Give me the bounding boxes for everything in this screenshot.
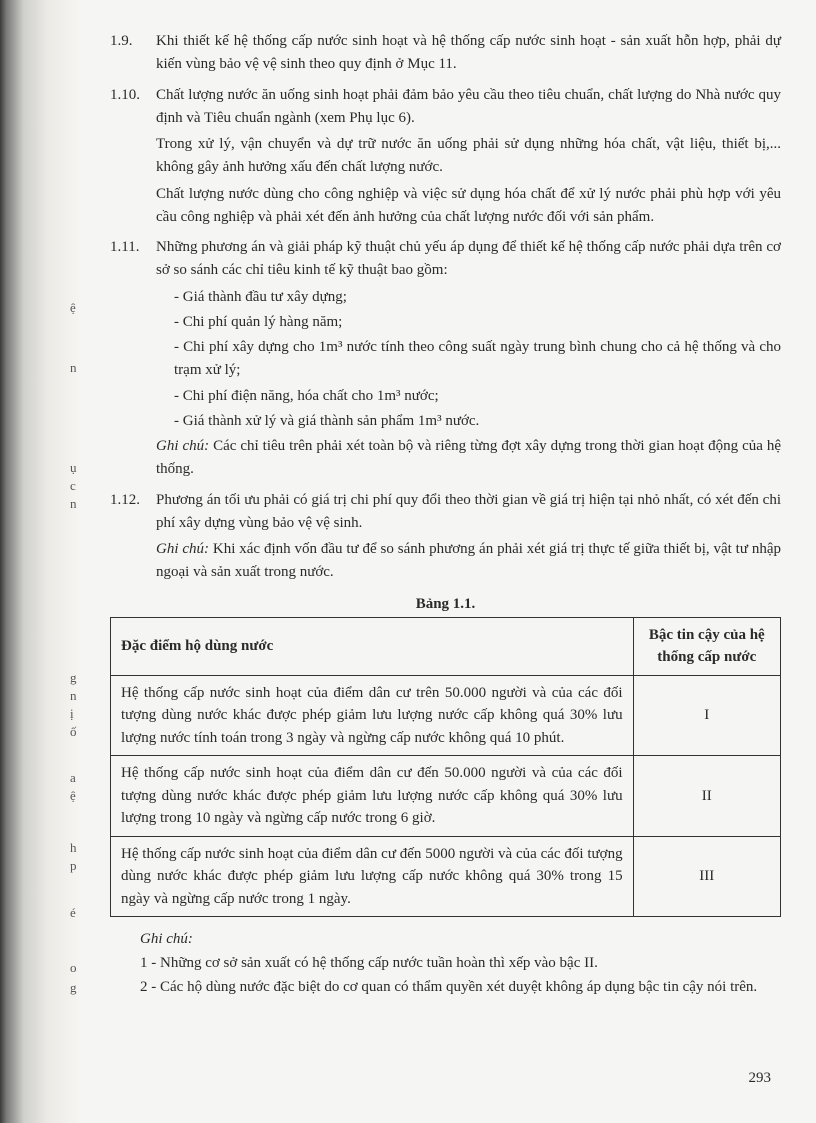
clause-1-11: 1.11. Những phương án và giải pháp kỹ th…: [110, 236, 781, 485]
table-cell-level: III: [633, 836, 780, 917]
clause-intro: Những phương án và giải pháp kỹ thuật ch…: [156, 236, 781, 283]
clause-bullet: - Chi phí điện năng, hóa chất cho 1m³ nư…: [174, 385, 781, 408]
table-header-desc: Đặc điểm hộ dùng nước: [111, 617, 634, 675]
book-spine-shadow: [0, 0, 80, 1123]
page-content: 1.9. Khi thiết kế hệ thống cấp nước sinh…: [80, 30, 791, 1093]
table-row: Hệ thống cấp nước sinh hoạt của điểm dân…: [111, 675, 781, 756]
clause-note: Ghi chú: Các chỉ tiêu trên phải xét toàn…: [156, 435, 781, 482]
clause-number: 1.12.: [110, 489, 156, 588]
table-header-level: Bậc tin cậy của hệ thống cấp nước: [633, 617, 780, 675]
reliability-table: Đặc điểm hộ dùng nước Bậc tin cậy của hệ…: [110, 617, 781, 918]
clause-paragraph: Khi thiết kế hệ thống cấp nước sinh hoạt…: [156, 30, 781, 77]
clause-paragraph: Phương án tối ưu phải có giá trị chi phí…: [156, 489, 781, 536]
note-text: Các chỉ tiêu trên phải xét toàn bộ và ri…: [156, 438, 781, 477]
clause-paragraph: Chất lượng nước ăn uống sinh hoạt phải đ…: [156, 84, 781, 131]
table-cell-desc: Hệ thống cấp nước sinh hoạt của điểm dân…: [111, 756, 634, 837]
note-label: Ghi chú:: [156, 541, 209, 557]
clause-bullet: - Giá thành xử lý và giá thành sản phẩm …: [174, 410, 781, 433]
footnote-line: 2 - Các hộ dùng nước đặc biệt do cơ quan…: [110, 975, 781, 999]
clause-1-9: 1.9. Khi thiết kế hệ thống cấp nước sinh…: [110, 30, 781, 80]
clause-bullet: - Giá thành đầu tư xây dựng;: [174, 286, 781, 309]
clause-paragraph: Chất lượng nước dùng cho công nghiệp và …: [156, 183, 781, 230]
table-cell-desc: Hệ thống cấp nước sinh hoạt của điểm dân…: [111, 675, 634, 756]
table-footnotes: Ghi chú: 1 - Những cơ sở sản xuất có hệ …: [110, 927, 781, 999]
page-number: 293: [749, 1070, 772, 1087]
clause-number: 1.11.: [110, 236, 156, 485]
note-text: Khi xác định vốn đầu tư để so sánh phươn…: [156, 541, 781, 580]
clause-bullet: - Chi phí xây dựng cho 1m³ nước tính the…: [174, 336, 781, 383]
note-label: Ghi chú:: [156, 438, 209, 454]
footnote-line: 1 - Những cơ sở sản xuất có hệ thống cấp…: [110, 951, 781, 975]
table-cell-level: II: [633, 756, 780, 837]
footnote-label: Ghi chú:: [140, 927, 781, 951]
table-row: Hệ thống cấp nước sinh hoạt của điểm dân…: [111, 836, 781, 917]
table-row: Hệ thống cấp nước sinh hoạt của điểm dân…: [111, 756, 781, 837]
clause-1-12: 1.12. Phương án tối ưu phải có giá trị c…: [110, 489, 781, 588]
clause-number: 1.10.: [110, 84, 156, 233]
clause-number: 1.9.: [110, 30, 156, 80]
table-header-row: Đặc điểm hộ dùng nước Bậc tin cậy của hệ…: [111, 617, 781, 675]
table-cell-level: I: [633, 675, 780, 756]
clause-bullet: - Chi phí quản lý hàng năm;: [174, 311, 781, 334]
clause-paragraph: Trong xử lý, vận chuyển và dự trữ nước ă…: [156, 133, 781, 180]
table-cell-desc: Hệ thống cấp nước sinh hoạt của điểm dân…: [111, 836, 634, 917]
clause-1-10: 1.10. Chất lượng nước ăn uống sinh hoạt …: [110, 84, 781, 233]
table-title: Bảng 1.1.: [110, 596, 781, 613]
clause-note: Ghi chú: Khi xác định vốn đầu tư để so s…: [156, 538, 781, 585]
